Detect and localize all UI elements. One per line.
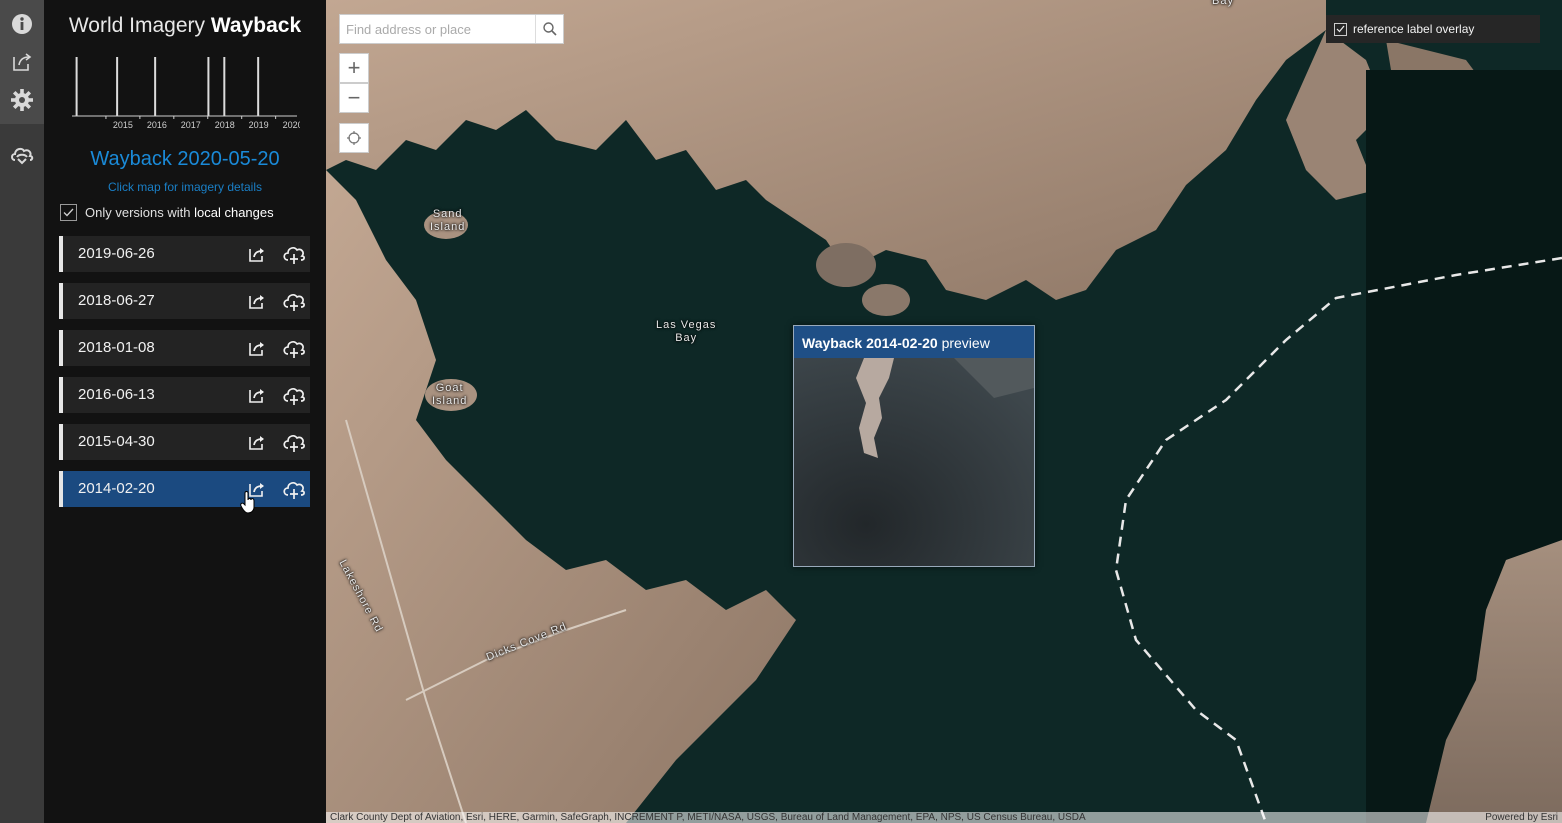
search-input[interactable] [340,15,535,43]
release-item[interactable]: 2019-06-26 [59,236,310,272]
checkmark-icon [1336,25,1345,33]
wayback-cloud-icon[interactable] [0,136,44,174]
checkmark-icon [63,208,74,217]
preview-title-rest: preview [937,335,990,351]
release-item[interactable]: 2016-06-13 [59,377,310,413]
add-to-download-icon[interactable] [282,290,306,312]
app-title-bold: Wayback [210,14,302,37]
goat-island-label: Goat Island [432,382,468,407]
click-map-hint: Click map for imagery details [107,180,263,194]
attribution-text: Clark County Dept of Aviation, Esri, HER… [330,812,1086,823]
local-changes-label: Only versions with local changes [85,205,274,220]
release-list: 2019-06-26 2018-06-27 2018-01-08 2016-06-13… [59,236,310,518]
add-to-download-icon[interactable] [282,243,306,265]
bay-label-top: Bay [1212,0,1234,7]
add-to-download-icon[interactable] [282,478,306,500]
open-in-map-icon[interactable] [248,433,266,451]
release-barchart[interactable]: 2015 2016 2017 2018 2019 2020 [70,52,300,132]
year-tick-label: 2015 [113,120,133,130]
release-item[interactable]: 2018-01-08 [59,330,310,366]
release-date: 2019-06-26 [78,245,155,262]
reference-label-overlay-toggle[interactable]: reference label overlay [1326,15,1540,43]
add-to-download-icon[interactable] [282,384,306,406]
search-button[interactable] [535,15,563,43]
year-tick-label: 2018 [215,120,235,130]
map-attribution: Clark County Dept of Aviation, Esri, HER… [326,812,1562,823]
gear-icon[interactable] [0,81,44,119]
reference-overlay-checkbox[interactable] [1334,22,1347,36]
year-tick-label: 2016 [147,120,167,130]
current-version-title[interactable]: Wayback 2020-05-20 [44,148,326,171]
open-in-map-icon[interactable] [248,292,266,310]
open-in-map-icon[interactable] [248,245,266,263]
release-date: 2016-06-13 [78,386,155,403]
map-view[interactable]: Sand Island Las Vegas Bay Goat Island Lakes… [326,0,1562,823]
hand-cursor-icon [240,491,255,514]
year-tick-label: 2017 [181,120,201,130]
search-icon [542,22,557,36]
share-icon[interactable] [0,43,44,81]
release-date: 2014-02-20 [78,480,155,497]
open-in-map-icon[interactable] [248,339,266,357]
crosshair-icon [347,131,361,145]
reference-overlay-label: reference label overlay [1353,22,1475,36]
app-title: World Imagery Wayback [44,14,326,38]
local-changes-checkbox[interactable] [60,204,77,221]
open-in-map-icon[interactable] [248,386,266,404]
zoom-in-button[interactable]: + [339,53,369,83]
sand-island-label: Sand Island [430,208,466,233]
imagery-preview-popup: Wayback 2014-02-20 preview [793,325,1035,567]
add-to-download-icon[interactable] [282,337,306,359]
release-item[interactable]: 2015-04-30 [59,424,310,460]
year-tick-label: 2019 [249,120,269,130]
zoom-out-button[interactable]: − [339,83,369,113]
release-date: 2018-01-08 [78,339,155,356]
info-icon[interactable] [0,5,44,43]
release-item[interactable]: 2014-02-20 [59,471,310,507]
app-title-prefix: World Imagery [68,14,206,37]
side-panel: World Imagery Wayback 2015 2016 2017 2018 20… [44,0,326,823]
powered-by-esri[interactable]: Powered by Esri [1485,812,1558,823]
locate-button[interactable] [339,123,369,153]
local-changes-label-prefix: Only versions with [85,205,191,220]
preview-image [794,358,1034,566]
search-box[interactable] [339,14,564,44]
release-date: 2015-04-30 [78,433,155,450]
release-date: 2018-06-27 [78,292,155,309]
year-tick-label: 2020 [283,120,300,130]
local-changes-label-bold: local changes [194,205,274,220]
las-vegas-bay-label: Las Vegas Bay [656,319,717,344]
preview-header: Wayback 2014-02-20 preview [794,326,1034,358]
preview-title-bold: Wayback 2014-02-20 [802,335,938,351]
add-to-download-icon[interactable] [282,431,306,453]
icon-rail [0,0,44,823]
release-item[interactable]: 2018-06-27 [59,283,310,319]
local-changes-filter[interactable]: Only versions with local changes [60,204,274,221]
